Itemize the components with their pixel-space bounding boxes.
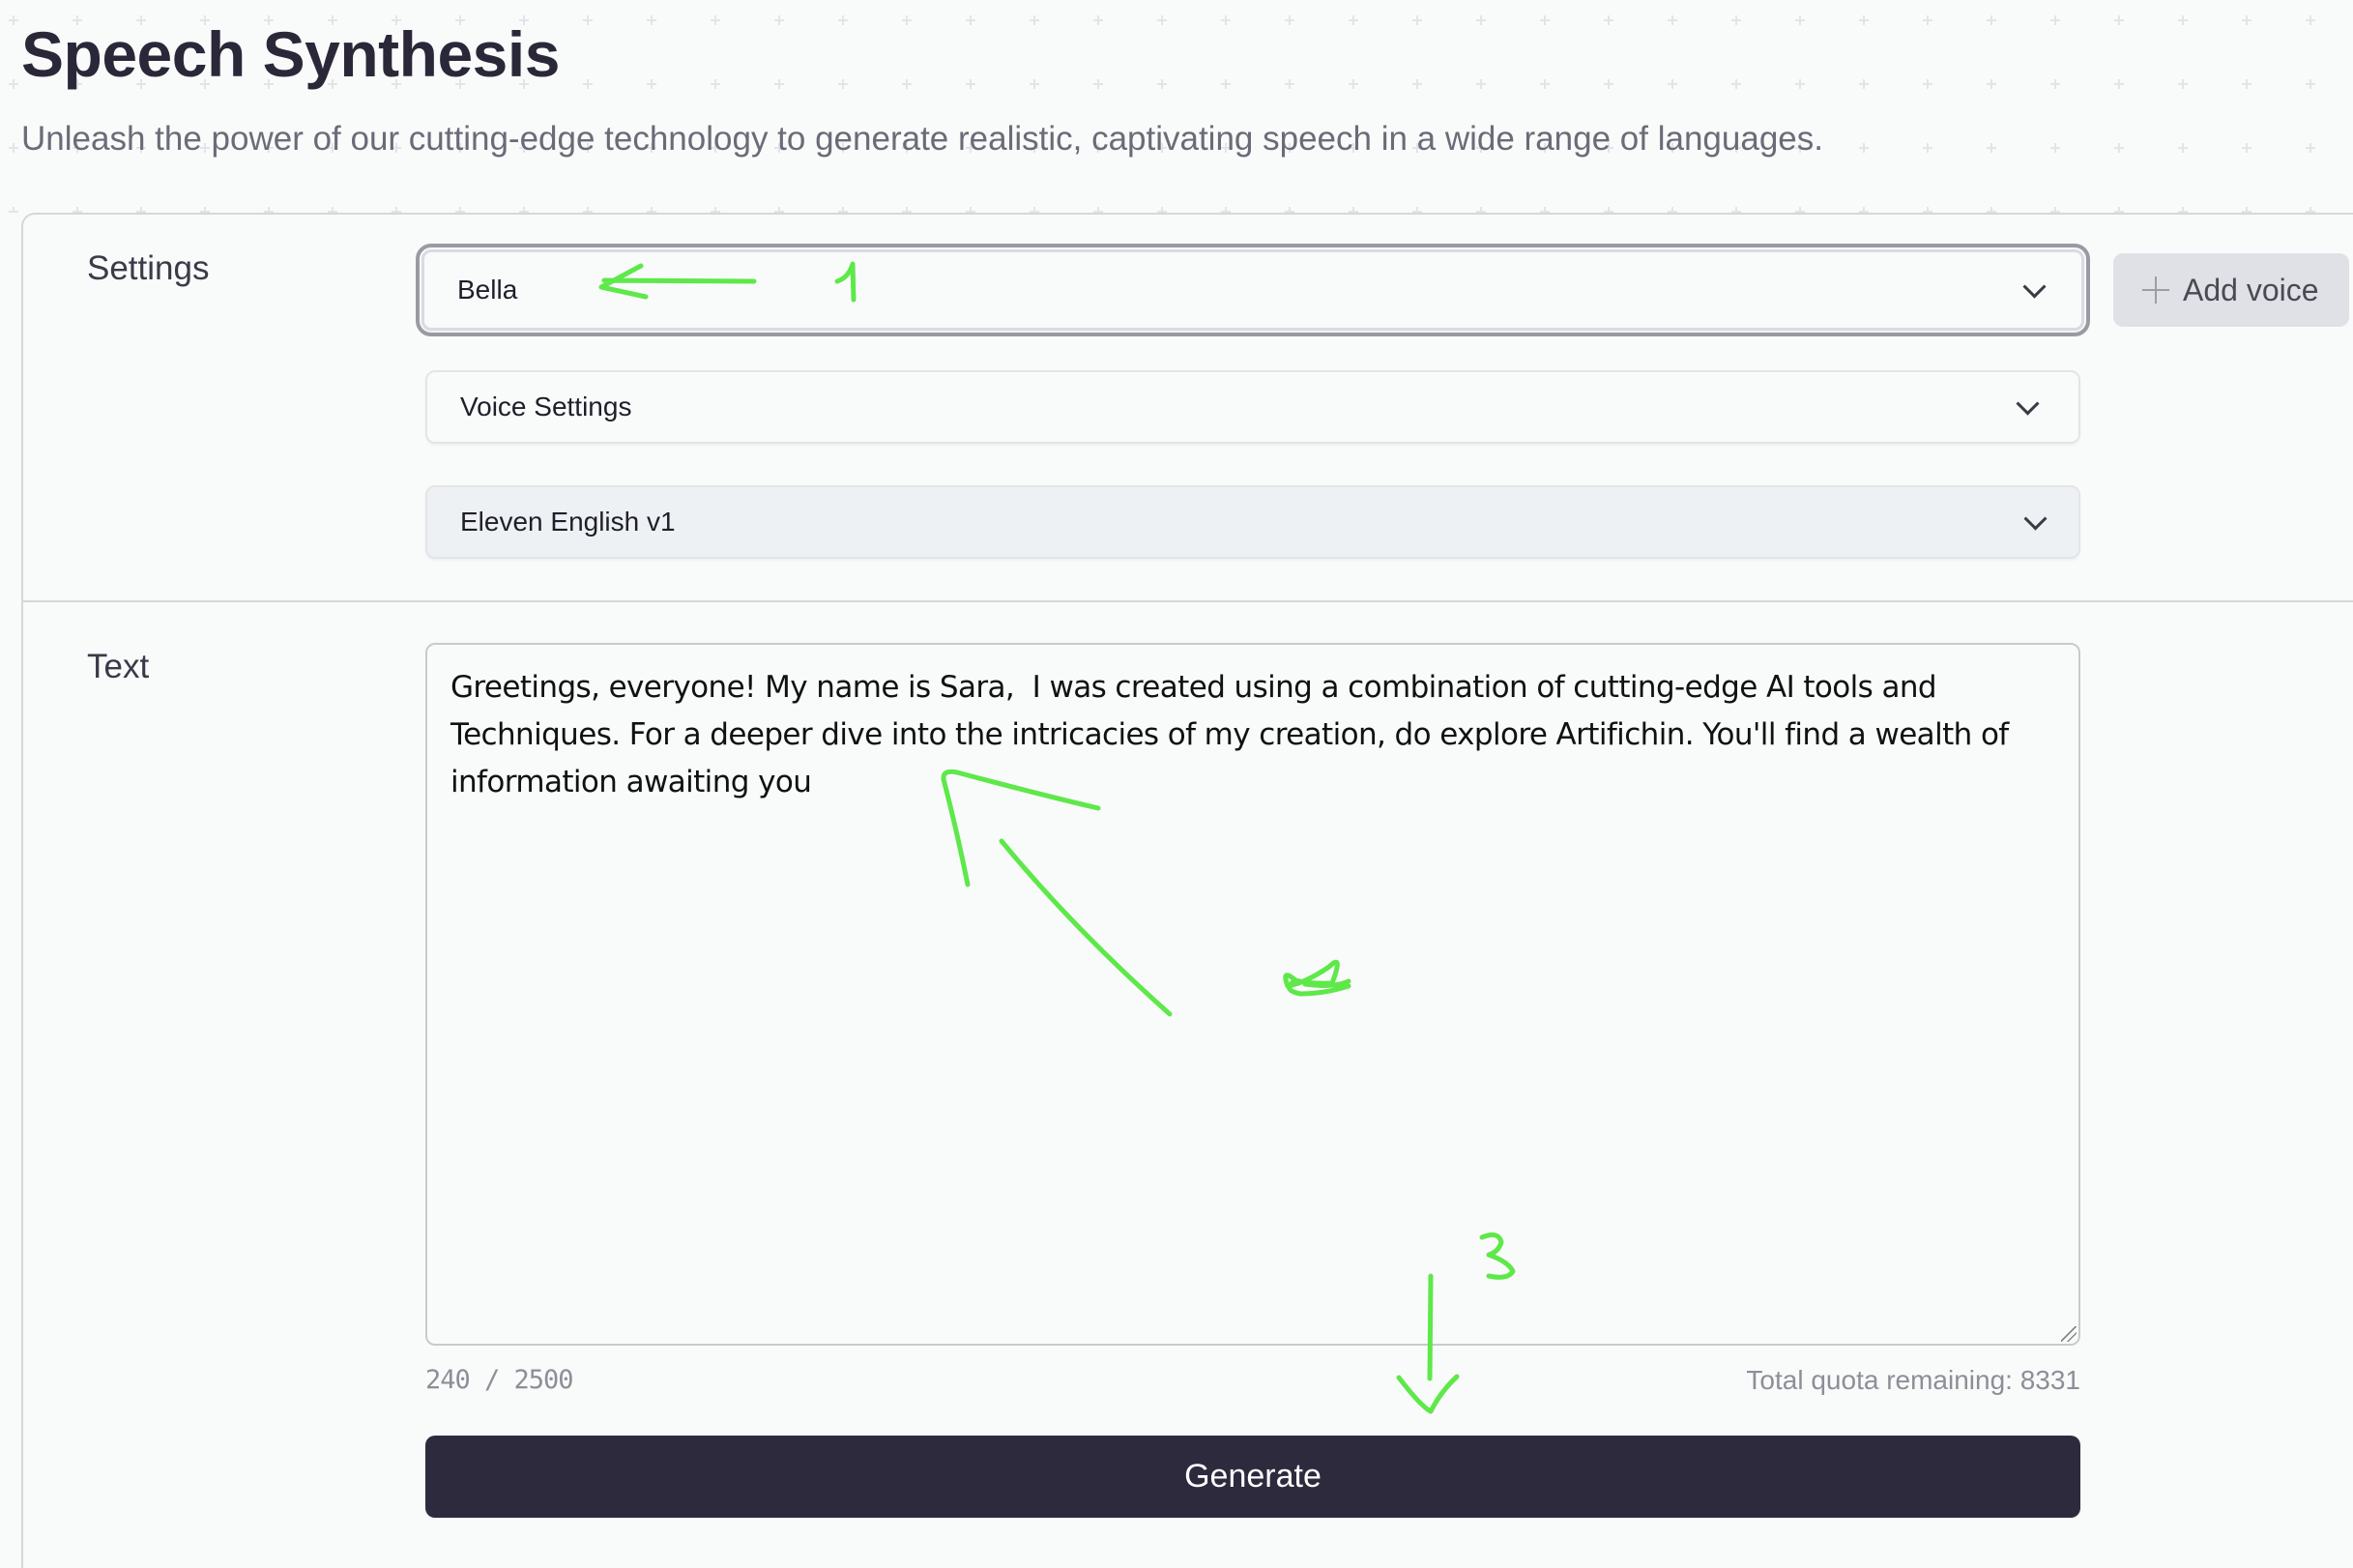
generate-button[interactable]: Generate (425, 1436, 2080, 1518)
character-counter: 240 / 2500 (425, 1365, 574, 1395)
add-voice-label: Add voice (2183, 272, 2319, 307)
add-voice-button[interactable]: Add voice (2113, 253, 2349, 327)
plus-icon (2142, 276, 2169, 304)
page-title: Speech Synthesis (21, 18, 560, 90)
voice-settings-select[interactable]: Voice Settings (425, 370, 2080, 444)
text-input[interactable]: Greetings, everyone! My name is Sara, I … (425, 643, 2080, 1346)
voice-select-value: Bella (457, 275, 518, 305)
page-subtitle: Unleash the power of our cutting-edge te… (21, 120, 1823, 158)
section-divider (23, 600, 2353, 602)
resize-handle-icon[interactable] (2061, 1326, 2077, 1342)
settings-label: Settings (87, 249, 210, 287)
model-select-value: Eleven English v1 (460, 507, 676, 537)
chevron-down-icon (2023, 507, 2048, 531)
model-select[interactable]: Eleven English v1 (425, 485, 2080, 559)
chevron-down-icon (2022, 275, 2047, 299)
chevron-down-icon (2016, 392, 2040, 416)
voice-select[interactable]: Bella (416, 244, 2090, 336)
text-label: Text (87, 648, 150, 685)
voice-settings-label: Voice Settings (460, 392, 632, 421)
quota-remaining: Total quota remaining: 8331 (1746, 1365, 2080, 1395)
